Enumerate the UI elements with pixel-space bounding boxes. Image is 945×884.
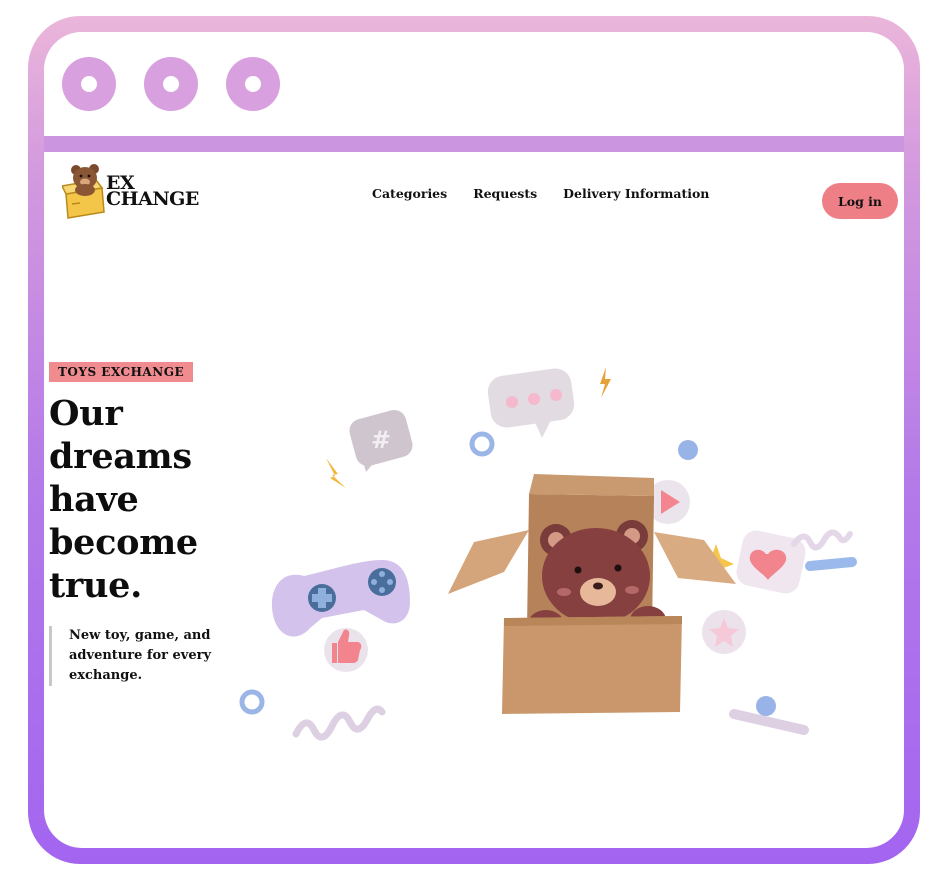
main-nav: Categories Requests Delivery Information bbox=[372, 186, 709, 201]
tagline-line: adventure for every bbox=[69, 648, 212, 663]
title-bar bbox=[44, 32, 904, 136]
lightning-icon bbox=[600, 367, 611, 398]
tagline-line: exchange. bbox=[69, 668, 143, 683]
bar-decoration bbox=[805, 557, 857, 571]
ball-decoration bbox=[756, 696, 776, 716]
hero-illustration: # bbox=[239, 367, 857, 741]
svg-text:#: # bbox=[371, 426, 391, 454]
browser-window: EX CHANGE Categories Requests Delivery I… bbox=[44, 32, 904, 848]
brand-logo[interactable]: EX CHANGE bbox=[62, 160, 222, 220]
hero-tagline: New toy, game, and adventure for every e… bbox=[49, 626, 249, 686]
title-divider bbox=[44, 136, 904, 152]
thumbs-up-icon bbox=[324, 628, 368, 672]
game-controller-icon bbox=[271, 560, 410, 637]
hashtag-chat-icon: # bbox=[349, 410, 413, 472]
nav-requests[interactable]: Requests bbox=[473, 186, 537, 201]
nav-delivery-information[interactable]: Delivery Information bbox=[563, 186, 709, 201]
tagline-line: New toy, game, and bbox=[69, 628, 211, 643]
login-button[interactable]: Log in bbox=[822, 183, 898, 219]
window-dot-2[interactable] bbox=[144, 57, 198, 111]
ring-decoration bbox=[239, 689, 265, 715]
squiggle-decoration bbox=[292, 705, 386, 741]
bear-in-box bbox=[448, 474, 736, 714]
teddy-box-icon bbox=[62, 164, 105, 219]
hero-badge: TOYS EXCHANGE bbox=[49, 362, 194, 382]
window-dot-1[interactable] bbox=[62, 57, 116, 111]
window-dot-3[interactable] bbox=[226, 57, 280, 111]
ring-decoration bbox=[469, 431, 495, 457]
nav-categories[interactable]: Categories bbox=[372, 186, 447, 201]
page-content: EX CHANGE Categories Requests Delivery I… bbox=[44, 152, 904, 848]
bar-decoration bbox=[729, 709, 809, 735]
ball-decoration bbox=[678, 440, 698, 460]
chat-bubble-icon bbox=[487, 368, 575, 438]
brand-text-change: CHANGE bbox=[106, 188, 199, 210]
lightning-icon bbox=[326, 458, 346, 488]
star-badge-icon bbox=[702, 610, 746, 654]
browser-frame: EX CHANGE Categories Requests Delivery I… bbox=[28, 16, 920, 864]
